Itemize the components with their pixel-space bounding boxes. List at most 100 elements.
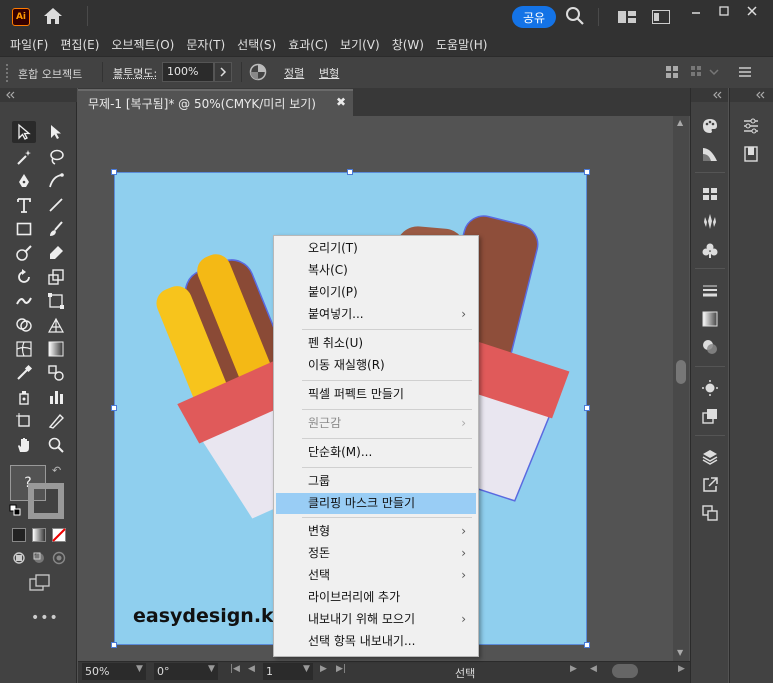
magic-wand-tool-icon[interactable] (12, 146, 36, 168)
rotate-tool-icon[interactable] (12, 266, 36, 288)
selection-handle[interactable] (347, 169, 353, 175)
draw-inside-icon[interactable] (52, 551, 66, 565)
libraries-panel-icon[interactable] (740, 143, 762, 165)
blend-tool-icon[interactable] (44, 362, 68, 384)
selection-handle[interactable] (111, 169, 117, 175)
menu-select[interactable]: 선택(S) (231, 36, 282, 53)
opacity-slider-button[interactable] (214, 62, 232, 82)
maximize-button[interactable] (712, 2, 736, 20)
menu-item-copy[interactable]: 복사(C) (276, 260, 476, 281)
transform-link[interactable]: 변형 (319, 65, 339, 81)
shape-builder-tool-icon[interactable] (12, 314, 36, 336)
home-icon[interactable] (42, 6, 64, 26)
document-tab-title[interactable]: 무제-1 [복구됨]* @ 50%(CMYK/미리 보기) (88, 95, 316, 112)
menu-item-group[interactable]: 그룹 (276, 471, 476, 492)
menu-item-make-pixel-perfect[interactable]: 픽셀 퍼펙트 만들기 (276, 384, 476, 405)
menu-effect[interactable]: 효과(C) (282, 36, 334, 53)
last-artboard-icon[interactable]: ▶| (336, 664, 346, 674)
menu-object[interactable]: 오브젝트(O) (105, 36, 180, 53)
panel-dock-header[interactable] (691, 88, 728, 102)
menu-item-undo-pen[interactable]: 펜 취소(U) (276, 333, 476, 354)
selection-handle[interactable] (584, 642, 590, 648)
menu-item-paste-special[interactable]: 붙여넣기... › (276, 304, 476, 325)
perspective-grid-tool-icon[interactable] (44, 314, 68, 336)
panel-dock-header[interactable] (730, 88, 773, 102)
menu-item-export-selection[interactable]: 선택 항목 내보내기... (276, 631, 476, 652)
menu-item-make-clipping-mask[interactable]: 클리핑 마스크 만들기 (276, 493, 476, 514)
menu-item-arrange[interactable]: 정돈 › (276, 543, 476, 564)
tools-panel-header[interactable] (0, 88, 77, 102)
type-tool-icon[interactable] (12, 194, 36, 216)
gradient-mode-icon[interactable] (32, 528, 46, 542)
menu-type[interactable]: 문자(T) (180, 36, 231, 53)
selection-handle[interactable] (111, 642, 117, 648)
menu-item-simplify[interactable]: 단순화(M)... (276, 442, 476, 463)
draw-behind-icon[interactable] (32, 551, 46, 565)
direct-selection-tool-icon[interactable] (44, 121, 68, 143)
stroke-panel-icon[interactable] (699, 280, 721, 302)
color-panel-icon[interactable] (699, 115, 721, 137)
curvature-tool-icon[interactable] (44, 170, 68, 192)
warp-tool-icon[interactable] (12, 290, 36, 312)
mesh-tool-icon[interactable] (12, 338, 36, 360)
menu-help[interactable]: 도움말(H) (430, 36, 494, 53)
selection-handle[interactable] (584, 405, 590, 411)
horizontal-scroll-thumb[interactable] (612, 664, 638, 678)
hscroll-left-icon[interactable]: ◀ (590, 664, 597, 674)
menu-item-transform[interactable]: 변형 › (276, 521, 476, 542)
scroll-down-icon[interactable]: ▼ (677, 648, 683, 657)
pen-tool-icon[interactable] (12, 170, 36, 192)
stroke-swatch[interactable] (28, 483, 64, 519)
draw-normal-icon[interactable] (12, 551, 26, 565)
opacity-input[interactable]: 100% (162, 62, 214, 82)
workspace-icon[interactable] (651, 9, 671, 25)
symbols-panel-icon[interactable] (699, 239, 721, 261)
control-bar-grip[interactable] (6, 64, 8, 82)
appearance-panel-icon[interactable] (699, 377, 721, 399)
default-fill-stroke-icon[interactable] (9, 504, 21, 516)
free-transform-tool-icon[interactable] (44, 290, 68, 312)
status-text[interactable]: 선택 (455, 665, 475, 681)
properties-panel-icon[interactable] (740, 115, 762, 137)
hand-tool-icon[interactable] (12, 434, 36, 456)
paintbrush-tool-icon[interactable] (44, 218, 68, 240)
selection-handle[interactable] (111, 405, 117, 411)
recolor-artwork-icon[interactable] (249, 63, 267, 81)
eyedropper-tool-icon[interactable] (12, 362, 36, 384)
previous-artboard-icon[interactable]: ◀ (248, 664, 255, 674)
slice-tool-icon[interactable] (44, 410, 68, 432)
color-guide-icon[interactable] (699, 143, 721, 165)
menu-item-paste[interactable]: 붙이기(P) (276, 282, 476, 303)
edit-toolbar-icon[interactable]: ••• (31, 610, 59, 626)
share-button[interactable]: 공유 (512, 6, 556, 28)
status-menu-icon[interactable]: ▶ (570, 664, 577, 674)
menu-item-add-to-library[interactable]: 라이브러리에 추가 (276, 587, 476, 608)
menu-item-cut[interactable]: 오리기(T) (276, 238, 476, 259)
vertical-scrollbar[interactable] (673, 116, 689, 661)
artboard-dropdown-icon[interactable]: ▼ (303, 664, 310, 674)
transparency-panel-icon[interactable] (699, 336, 721, 358)
rectangle-tool-icon[interactable] (12, 218, 36, 240)
menu-item-select[interactable]: 선택 › (276, 565, 476, 586)
layers-panel-icon[interactable] (699, 446, 721, 468)
minimize-button[interactable] (684, 2, 708, 20)
screen-mode-icon[interactable] (29, 574, 51, 592)
align-options-icon[interactable] (664, 64, 680, 80)
eraser-tool-icon[interactable] (44, 242, 68, 264)
vertical-scroll-thumb[interactable] (676, 360, 686, 384)
menu-item-redo-move[interactable]: 이동 재실행(R) (276, 355, 476, 376)
none-mode-icon[interactable] (52, 528, 66, 542)
menu-view[interactable]: 보기(V) (334, 36, 386, 53)
color-mode-icon[interactable] (12, 528, 26, 542)
scale-tool-icon[interactable] (44, 266, 68, 288)
first-artboard-icon[interactable]: |◀ (230, 664, 240, 674)
document-tab-close-button[interactable]: ✖ (336, 95, 346, 109)
graphic-styles-icon[interactable] (699, 405, 721, 427)
lasso-tool-icon[interactable] (44, 146, 68, 168)
swatches-panel-icon[interactable] (699, 183, 721, 205)
shaper-tool-icon[interactable] (12, 242, 36, 264)
swap-fill-stroke-icon[interactable]: ↶ (52, 464, 61, 477)
hscroll-right-icon[interactable]: ▶ (678, 664, 685, 674)
zoom-tool-icon[interactable] (44, 434, 68, 456)
search-icon[interactable] (565, 6, 585, 26)
